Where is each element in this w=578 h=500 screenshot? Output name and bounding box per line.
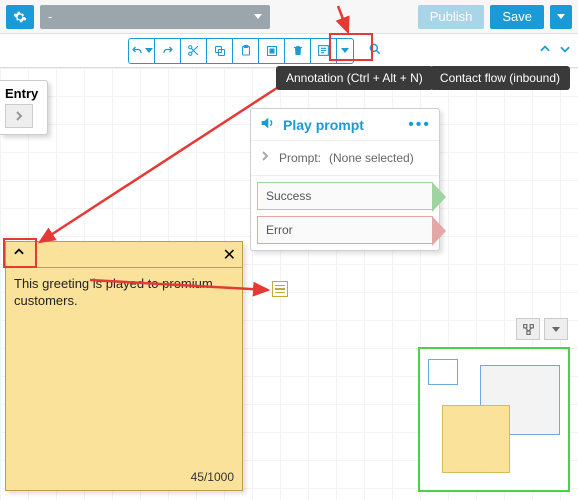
search-button[interactable] — [368, 42, 382, 59]
toolbox — [128, 38, 354, 64]
publish-button[interactable]: Publish — [418, 5, 485, 29]
gear-icon — [13, 10, 27, 24]
scissors-icon — [187, 44, 200, 57]
note-body[interactable]: This greeting is played to premium custo… — [6, 268, 242, 318]
redo-icon — [161, 45, 175, 57]
block-menu-button[interactable]: ••• — [408, 116, 431, 134]
block-title: Play prompt — [283, 117, 364, 133]
annotation-button[interactable] — [311, 39, 337, 63]
flow-type-tag: Contact flow (inbound) — [430, 66, 570, 90]
annotation-icon — [317, 44, 330, 57]
redo-button[interactable] — [155, 39, 181, 63]
undo-button[interactable] — [129, 39, 155, 63]
minimap-toggle-button[interactable] — [544, 318, 568, 340]
chevron-up-icon — [538, 42, 552, 56]
flow-name-value: - — [48, 9, 52, 24]
arrange-button[interactable] — [516, 318, 540, 340]
prompt-value: (None selected) — [329, 151, 414, 165]
entry-label: Entry — [5, 86, 42, 101]
settings-button[interactable] — [6, 5, 34, 29]
select-all-button[interactable] — [259, 39, 285, 63]
save-dropdown-button[interactable] — [550, 5, 572, 29]
flow-canvas[interactable]: Entry Play prompt ••• Prompt: (None sele… — [0, 68, 578, 500]
toolbar — [0, 34, 578, 68]
chevron-right-icon — [13, 110, 25, 122]
prompt-label: Prompt: — [279, 151, 321, 165]
note-collapse-button[interactable] — [12, 245, 26, 264]
branch-error[interactable]: Error — [257, 216, 433, 244]
minimap-note-shape — [442, 405, 510, 473]
play-prompt-block[interactable]: Play prompt ••• Prompt: (None selected) … — [250, 108, 440, 251]
minimap-entry-shape — [428, 359, 458, 385]
caret-down-icon — [341, 48, 349, 53]
entry-block[interactable]: Entry — [0, 80, 48, 135]
select-all-icon — [266, 45, 278, 57]
caret-down-icon — [254, 14, 262, 19]
chevron-down-icon — [558, 42, 572, 56]
header-bar: - Publish Save — [0, 0, 578, 34]
branch-success[interactable]: Success — [257, 182, 433, 210]
copy-button[interactable] — [207, 39, 233, 63]
panel-up-button[interactable] — [538, 42, 552, 59]
paste-button[interactable] — [233, 39, 259, 63]
caret-down-icon — [557, 14, 565, 19]
flow-name-dropdown[interactable]: - — [40, 5, 270, 29]
annotation-note[interactable]: ✕ This greeting is played to premium cus… — [5, 241, 243, 491]
chevron-up-icon — [12, 245, 26, 259]
panel-down-button[interactable] — [558, 42, 572, 59]
entry-output-handle[interactable] — [5, 104, 33, 128]
speaker-icon — [259, 115, 275, 134]
chevron-right-icon — [259, 149, 271, 167]
block-annotation-indicator[interactable] — [272, 281, 288, 297]
panel-toggle-controls — [538, 42, 572, 59]
note-close-button[interactable]: ✕ — [223, 245, 236, 265]
tooltip-annotation: Annotation (Ctrl + Alt + N) — [276, 66, 433, 90]
prompt-row[interactable]: Prompt: (None selected) — [251, 141, 439, 176]
minimap[interactable] — [418, 347, 570, 492]
note-header[interactable]: ✕ — [6, 242, 242, 268]
caret-down-icon — [552, 327, 560, 332]
cut-button[interactable] — [181, 39, 207, 63]
arrange-icon — [522, 323, 535, 336]
undo-icon — [130, 45, 144, 57]
clipboard-icon — [240, 44, 252, 57]
annotation-dropdown[interactable] — [337, 39, 353, 63]
delete-button[interactable] — [285, 39, 311, 63]
search-icon — [368, 42, 382, 56]
note-char-counter: 45/1000 — [191, 470, 234, 484]
block-header[interactable]: Play prompt ••• — [251, 109, 439, 141]
trash-icon — [292, 44, 304, 57]
copy-icon — [214, 45, 226, 57]
save-button[interactable]: Save — [490, 5, 544, 29]
minimap-controls — [516, 318, 568, 340]
